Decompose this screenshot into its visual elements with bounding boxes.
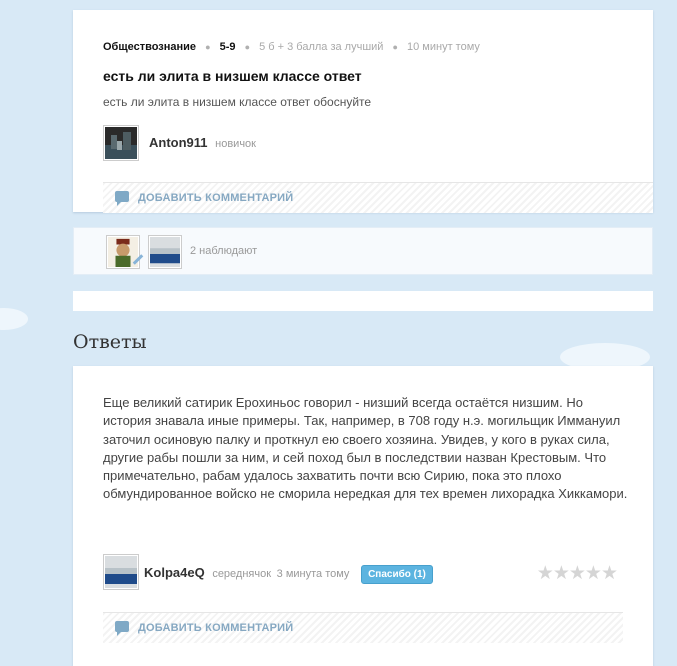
separator-dot: ● bbox=[392, 42, 398, 52]
watchers-bar: 2 наблюдают bbox=[73, 227, 653, 275]
subject-link[interactable]: Обществознание bbox=[103, 41, 196, 53]
star-icon[interactable]: ★ bbox=[553, 563, 570, 584]
question-meta: Обществознание ● 5-9 ● 5 б + 3 балла за … bbox=[103, 41, 480, 53]
author-rank: новичок bbox=[215, 138, 256, 150]
answer-author: Kolpa4eQ середнячок 3 минута тому Спасиб… bbox=[144, 565, 433, 584]
answer-author-link[interactable]: Kolpa4eQ bbox=[144, 565, 205, 580]
avatar-image-icon bbox=[105, 556, 137, 588]
star-icon[interactable]: ★ bbox=[537, 563, 554, 584]
add-comment-label: ДОБАВИТЬ КОММЕНТАРИЙ bbox=[138, 192, 294, 204]
points-label: 5 б + 3 балла за лучший bbox=[259, 41, 384, 53]
separator-dot: ● bbox=[205, 42, 211, 52]
star-icon[interactable]: ★ bbox=[601, 563, 618, 584]
author-avatar[interactable] bbox=[103, 125, 139, 161]
author-name-link[interactable]: Anton911 bbox=[149, 135, 208, 150]
thanks-button[interactable]: Спасибо (1) bbox=[361, 565, 433, 584]
question-title: есть ли элита в низшем классе ответ bbox=[103, 68, 362, 84]
grade-label: 5-9 bbox=[219, 41, 236, 53]
add-comment-label: ДОБАВИТЬ КОММЕНТАРИЙ bbox=[138, 622, 294, 634]
star-icon[interactable]: ★ bbox=[569, 563, 586, 584]
comment-bubble-icon bbox=[115, 621, 129, 636]
cloud-decoration bbox=[0, 308, 28, 330]
separator-dot: ● bbox=[244, 42, 251, 52]
answer-text: Еще великий сатирик Ерохиньос говорил - … bbox=[103, 395, 628, 502]
answers-heading: Ответы bbox=[73, 331, 147, 353]
answer-author-rank: середнячок bbox=[212, 568, 272, 580]
watchers-count: 2 наблюдают bbox=[190, 245, 258, 257]
answer-card: Еще великий сатирик Ерохиньос говорил - … bbox=[73, 366, 653, 666]
star-icon[interactable]: ★ bbox=[585, 563, 602, 584]
blank-panel bbox=[73, 291, 653, 311]
question-text: есть ли элита в низшем классе ответ обос… bbox=[103, 95, 372, 109]
answer-time: 3 минута тому bbox=[276, 568, 350, 580]
add-comment-button[interactable]: ДОБАВИТЬ КОММЕНТАРИЙ bbox=[103, 612, 623, 643]
comment-bubble-icon bbox=[115, 191, 129, 206]
question-author: Anton911 новичок bbox=[149, 135, 256, 150]
add-comment-button[interactable]: ДОБАВИТЬ КОММЕНТАРИЙ bbox=[103, 182, 653, 213]
question-card: Обществознание ● 5-9 ● 5 б + 3 балла за … bbox=[73, 10, 653, 213]
question-time: 10 минут тому bbox=[407, 41, 480, 53]
rating-stars[interactable]: ★★★★★ bbox=[537, 562, 618, 585]
avatar-image-icon bbox=[105, 127, 137, 159]
avatar-image-icon bbox=[150, 237, 180, 267]
watcher-avatar[interactable] bbox=[148, 235, 182, 269]
answer-author-avatar[interactable] bbox=[103, 554, 139, 590]
